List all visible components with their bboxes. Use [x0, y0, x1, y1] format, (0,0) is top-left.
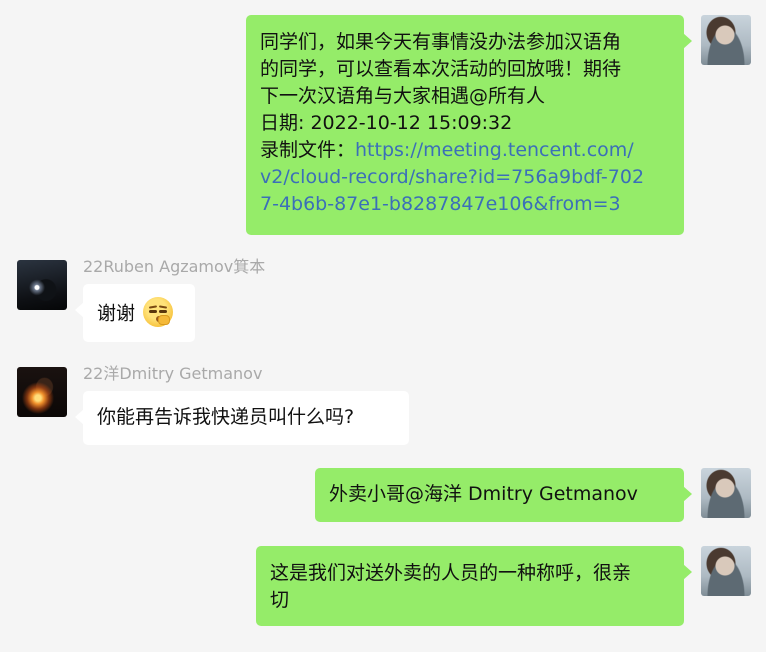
my-avatar[interactable]	[701, 468, 751, 518]
message-date-line: 日期: 2022-10-12 15:09:32	[260, 112, 513, 134]
message-text-line: 的同学，可以查看本次活动的回放哦！期待	[260, 58, 622, 80]
ruben-avatar[interactable]	[17, 260, 67, 310]
outgoing-message-bubble[interactable]: 同学们，如果今天有事情没办法参加汉语角 的同学，可以查看本次活动的回放哦！期待 …	[246, 15, 692, 235]
sender-nickname: 22Ruben Agzamov箕本	[83, 257, 266, 276]
message-text-line: 切	[270, 589, 290, 611]
sender-nickname: 22洋Dmitry Getmanov	[83, 364, 263, 383]
recording-link-continued[interactable]: v2/cloud-record/share?id=756a9bdf-702	[260, 164, 670, 191]
thinking-face-emoji-icon	[143, 297, 174, 327]
dmitry-avatar[interactable]	[17, 367, 67, 417]
recording-file-label: 录制文件：	[260, 139, 356, 161]
message-text: 谢谢	[97, 302, 136, 325]
message-text: 你能再告诉我快递员叫什么吗?	[97, 406, 355, 428]
message-text-line: 这是我们对送外卖的人员的一种称呼，很亲	[270, 562, 632, 584]
incoming-message-bubble[interactable]: 谢谢	[75, 284, 195, 342]
my-avatar[interactable]	[701, 546, 751, 596]
message-text-line: 下一次汉语角与大家相遇@所有人	[260, 85, 546, 107]
recording-link[interactable]: https://meeting.tencent.com/	[355, 139, 634, 161]
outgoing-message-bubble[interactable]: 这是我们对送外卖的人员的一种称呼，很亲 切	[256, 546, 692, 626]
chat-message-area[interactable]: 同学们，如果今天有事情没办法参加汉语角 的同学，可以查看本次活动的回放哦！期待 …	[0, 0, 766, 652]
message-text: 外卖小哥@海洋 Dmitry Getmanov	[329, 483, 638, 505]
incoming-message-bubble[interactable]: 你能再告诉我快递员叫什么吗?	[75, 391, 409, 445]
outgoing-message-bubble[interactable]: 外卖小哥@海洋 Dmitry Getmanov	[315, 468, 692, 522]
my-avatar[interactable]	[701, 15, 751, 65]
recording-link-continued[interactable]: 7-4b6b-87e1-b8287847e106&from=3	[260, 191, 670, 218]
message-text-line: 同学们，如果今天有事情没办法参加汉语角	[260, 31, 622, 53]
